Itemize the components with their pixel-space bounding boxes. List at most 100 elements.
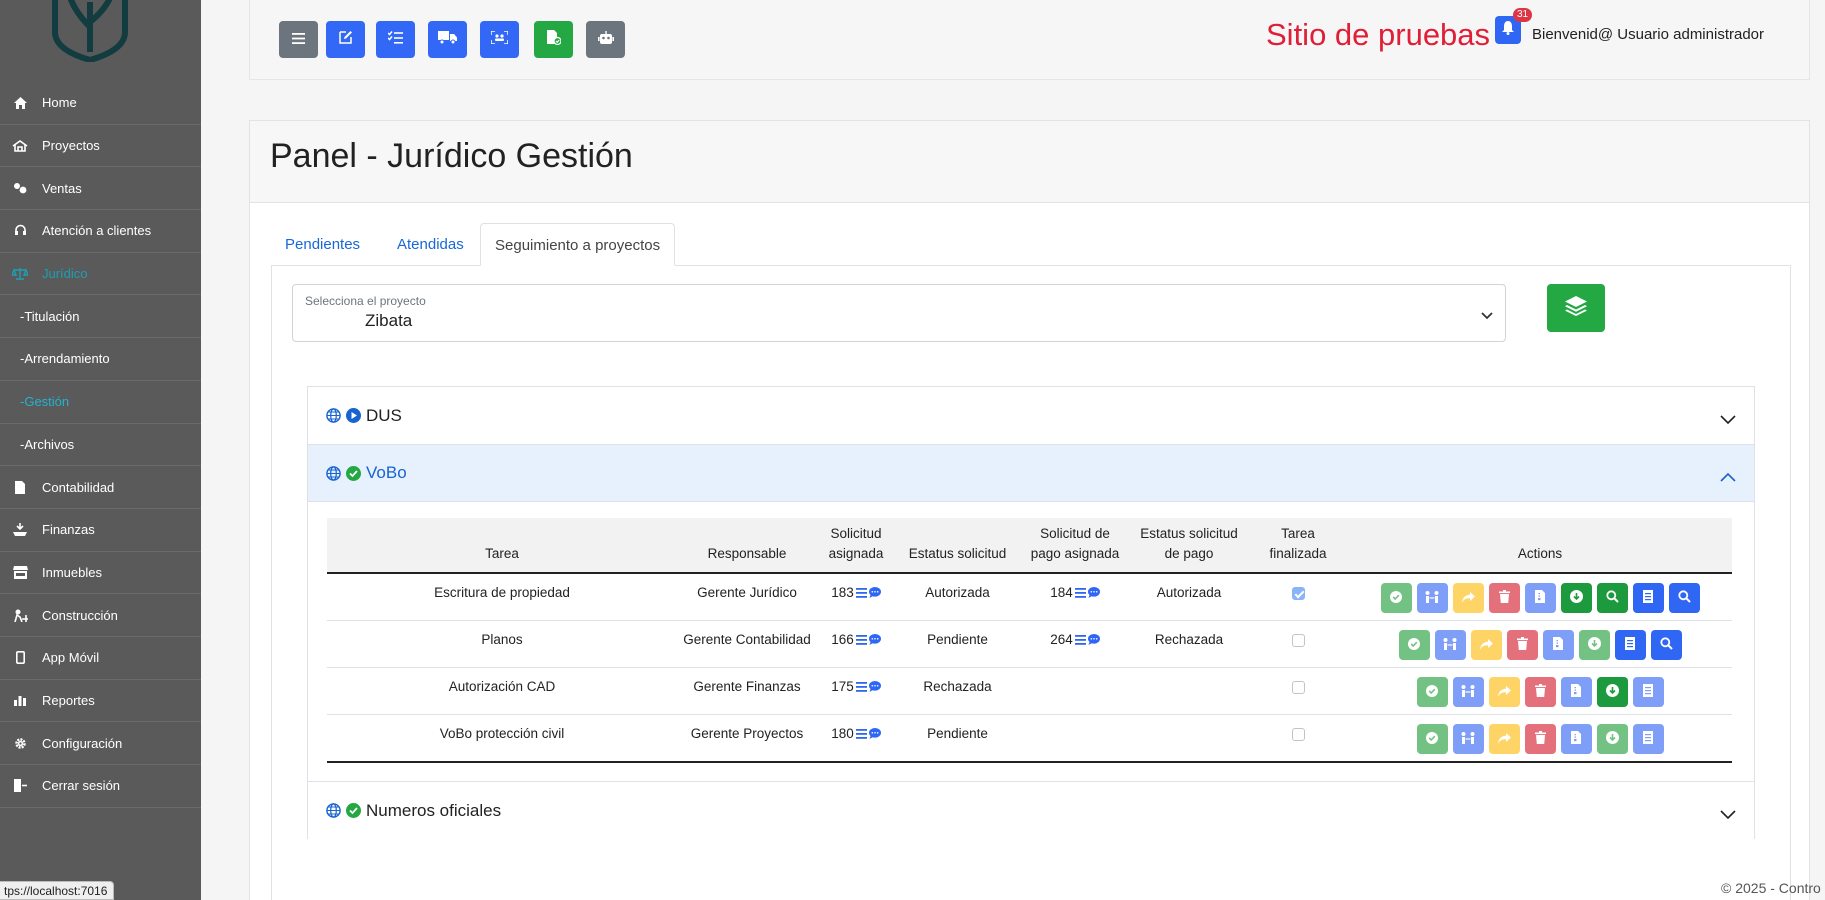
logout-icon xyxy=(12,778,28,794)
sidebar-item-app-movil[interactable]: App Móvil xyxy=(0,637,201,680)
assign-button[interactable] xyxy=(1452,677,1484,707)
share-icon xyxy=(1479,634,1493,657)
report-button[interactable] xyxy=(1632,724,1664,754)
forward-button[interactable] xyxy=(1470,630,1502,660)
footer-copyright: © 2025 - Contro xyxy=(1721,880,1821,896)
sidebar-item-gestion[interactable]: -Gestión xyxy=(0,381,201,424)
forward-button[interactable] xyxy=(1452,583,1484,613)
view-button[interactable] xyxy=(1650,630,1682,660)
delete-button[interactable] xyxy=(1524,724,1556,754)
assign-button[interactable] xyxy=(1416,583,1448,613)
sidebar-item-arrendamiento[interactable]: -Arrendamiento xyxy=(0,338,201,381)
layers-button[interactable] xyxy=(1547,284,1605,332)
scan-users-button[interactable] xyxy=(480,21,519,58)
project-select[interactable]: Selecciona el proyecto Zibata xyxy=(292,284,1506,342)
document-button[interactable] xyxy=(1560,724,1592,754)
download-circle-icon xyxy=(1605,681,1619,704)
report-button[interactable] xyxy=(1632,583,1664,613)
cell-solicitud: 166 xyxy=(817,620,895,668)
sidebar-item-ventas[interactable]: Ventas xyxy=(0,167,201,211)
document-button[interactable] xyxy=(1542,630,1574,660)
approve-button[interactable] xyxy=(1380,583,1412,613)
forward-button[interactable] xyxy=(1488,677,1520,707)
delivery-button[interactable] xyxy=(428,21,467,58)
tab-atendidas[interactable]: Atendidas xyxy=(383,223,478,266)
cell-finalizada xyxy=(1248,714,1348,763)
document-button[interactable] xyxy=(1524,583,1556,613)
check-circle-icon xyxy=(1426,728,1438,751)
report-button[interactable] xyxy=(1632,677,1664,707)
sidebar-item-finanzas[interactable]: Finanzas xyxy=(0,509,201,552)
robot-button[interactable] xyxy=(586,21,625,58)
approve-button[interactable] xyxy=(1416,724,1448,754)
approve-button[interactable] xyxy=(1416,677,1448,707)
table-row: Escritura de propiedad Gerente Jurídico … xyxy=(327,573,1732,621)
cell-estatus-pago: Rechazada xyxy=(1130,620,1248,668)
sidebar-item-label: -Gestión xyxy=(20,394,70,410)
comment-icon[interactable] xyxy=(868,676,881,699)
approve-button[interactable] xyxy=(1398,630,1430,660)
sidebar-item-home[interactable]: Home xyxy=(0,82,201,125)
comment-icon[interactable] xyxy=(868,723,881,746)
sidebar-item-label: Configuración xyxy=(42,735,123,751)
topbar: Sitio de pruebas 31 Bienvenid@ Usuario a… xyxy=(249,0,1810,80)
delete-button[interactable] xyxy=(1524,677,1556,707)
comment-icon[interactable] xyxy=(868,582,881,605)
sidebar-item-proyectos[interactable]: Proyectos xyxy=(0,125,201,168)
list-icon[interactable] xyxy=(855,582,867,605)
download-button[interactable] xyxy=(1578,630,1610,660)
view-button[interactable] xyxy=(1668,583,1700,613)
sidebar-item-juridico[interactable]: Jurídico xyxy=(0,253,201,296)
sidebar-item-configuracion[interactable]: Configuración xyxy=(0,722,201,765)
sidebar-item-reportes[interactable]: Reportes xyxy=(0,680,201,723)
sidebar-item-construccion[interactable]: Construcción xyxy=(0,594,201,637)
edit-button[interactable] xyxy=(326,21,365,58)
report-button[interactable] xyxy=(1614,630,1646,660)
sidebar-item-inmuebles[interactable]: Inmuebles xyxy=(0,552,201,595)
users-transfer-icon xyxy=(1424,587,1440,610)
finalizada-checkbox[interactable] xyxy=(1291,586,1305,600)
file-text-icon xyxy=(1643,681,1653,704)
approve-file-button[interactable] xyxy=(534,21,573,58)
list-icon[interactable] xyxy=(1074,582,1086,605)
finalizada-checkbox[interactable] xyxy=(1291,680,1305,694)
assign-button[interactable] xyxy=(1452,724,1484,754)
sidebar: Home Proyectos Ventas Atención a cliente… xyxy=(0,0,201,900)
download-button[interactable] xyxy=(1596,677,1628,707)
comment-icon[interactable] xyxy=(1087,582,1100,605)
document-button[interactable] xyxy=(1560,677,1592,707)
download-circle-icon xyxy=(1605,728,1619,751)
assign-button[interactable] xyxy=(1434,630,1466,660)
tab-seguimiento[interactable]: Seguimiento a proyectos xyxy=(480,223,676,266)
list-icon[interactable] xyxy=(855,676,867,699)
list-icon[interactable] xyxy=(855,723,867,746)
cell-tarea: VoBo protección civil xyxy=(327,714,677,763)
sidebar-item-archivos[interactable]: -Archivos xyxy=(0,424,201,467)
sidebar-item-cerrar-sesion[interactable]: Cerrar sesión xyxy=(0,765,201,808)
sidebar-item-titulacion[interactable]: -Titulación xyxy=(0,295,201,339)
file-zip-icon xyxy=(1535,587,1545,610)
accordion-header-vobo[interactable]: VoBo xyxy=(308,445,1754,502)
tab-pendientes[interactable]: Pendientes xyxy=(271,223,374,266)
search-button[interactable] xyxy=(1596,583,1628,613)
accordion-header-dus[interactable]: DUS xyxy=(308,387,1754,444)
list-icon[interactable] xyxy=(1074,629,1086,652)
sidebar-item-atencion[interactable]: Atención a clientes xyxy=(0,210,201,253)
delete-button[interactable] xyxy=(1488,583,1520,613)
download-button[interactable] xyxy=(1560,583,1592,613)
welcome-text: Bienvenid@ Usuario administrador xyxy=(1532,26,1765,43)
list-icon[interactable] xyxy=(855,629,867,652)
download-button[interactable] xyxy=(1596,724,1628,754)
finalizada-checkbox[interactable] xyxy=(1291,727,1305,741)
tasks-button[interactable] xyxy=(376,21,415,58)
comment-icon[interactable] xyxy=(1087,629,1100,652)
cell-responsable: Gerente Jurídico xyxy=(677,573,817,621)
finalizada-checkbox[interactable] xyxy=(1291,633,1305,647)
accordion-header-numeros-oficiales[interactable]: Numeros oficiales xyxy=(308,782,1754,839)
menu-toggle-button[interactable] xyxy=(279,21,318,58)
delete-button[interactable] xyxy=(1506,630,1538,660)
sidebar-item-contabilidad[interactable]: Contabilidad xyxy=(0,466,201,509)
forward-button[interactable] xyxy=(1488,724,1520,754)
pago-number: 184 xyxy=(1050,585,1073,600)
comment-icon[interactable] xyxy=(868,629,881,652)
